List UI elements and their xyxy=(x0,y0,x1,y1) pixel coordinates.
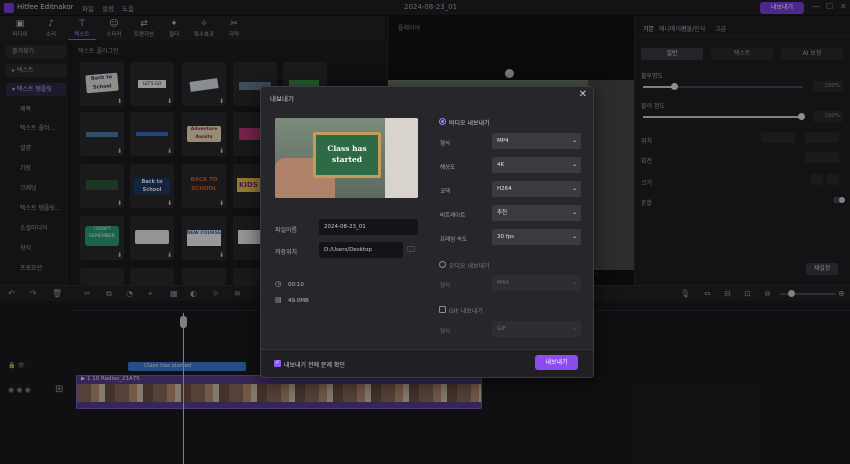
close-icon[interactable]: ✕ xyxy=(579,89,587,100)
audio-format-select[interactable]: M4A ⌄ xyxy=(492,275,581,291)
dialog-title: 내보내기 xyxy=(270,95,294,103)
filename-label: 파일이름 xyxy=(275,227,298,234)
clock-icon: ◷ xyxy=(275,280,282,288)
format-select[interactable]: MP4 ⌄ xyxy=(492,133,581,149)
chevron-down-icon: ⌄ xyxy=(571,137,577,144)
chevron-down-icon: ⌄ xyxy=(571,185,577,192)
file-size-text: 49.0MB xyxy=(288,298,309,304)
duration-text: 00:10 xyxy=(288,282,304,288)
export-button[interactable]: 내보내기 xyxy=(535,355,578,370)
filename-input[interactable]: 2024-08-23_01 xyxy=(319,219,418,235)
file-size-icon: ▤ xyxy=(275,296,282,304)
format-label: 형식 xyxy=(440,141,451,147)
video-export-radio[interactable] xyxy=(439,118,446,125)
resolution-select[interactable]: 4K ⌄ xyxy=(492,157,581,173)
check-issues-label: 내보내기 전에 문제 확인 xyxy=(284,362,345,369)
chevron-down-icon: ⌄ xyxy=(571,161,577,168)
video-export-label: 비디오 내보내기 xyxy=(449,120,490,127)
gif-export-label: GIF 내보내기 xyxy=(449,308,483,315)
chevron-down-icon: ⌄ xyxy=(571,209,577,216)
audio-format-label: 형식 xyxy=(440,283,451,289)
export-dialog: 내보내기 ✕ Class has started 파일이름 2024-08-23… xyxy=(260,86,594,378)
resolution-label: 해상도 xyxy=(440,165,456,171)
chevron-down-icon: ⌄ xyxy=(571,233,577,240)
check-issues-checkbox[interactable] xyxy=(274,359,281,367)
save-location-input[interactable]: D:/Users/Desktop xyxy=(319,242,403,258)
codec-select[interactable]: H264 ⌄ xyxy=(492,181,581,197)
bitrate-label: 비트레이트 xyxy=(440,213,466,219)
chevron-down-icon: ⌄ xyxy=(571,325,577,332)
audio-export-radio[interactable] xyxy=(439,261,446,268)
audio-export-label: 오디오 내보내기 xyxy=(449,263,490,270)
codec-label: 코덱 xyxy=(440,189,451,195)
framerate-label: 프레임 속도 xyxy=(440,237,468,243)
gif-export-checkbox[interactable] xyxy=(439,306,446,313)
gif-format-label: 형식 xyxy=(440,329,451,335)
bitrate-select[interactable]: 추천 ⌄ xyxy=(492,205,581,221)
chevron-down-icon: ⌄ xyxy=(571,279,577,286)
framerate-select[interactable]: 30 fps ⌄ xyxy=(492,229,581,245)
gif-format-select[interactable]: GIF ⌄ xyxy=(492,321,581,337)
export-preview-thumbnail: Class has started xyxy=(275,118,418,198)
save-location-label: 저장위치 xyxy=(275,249,298,256)
folder-icon[interactable]: 🗀 xyxy=(407,244,415,258)
